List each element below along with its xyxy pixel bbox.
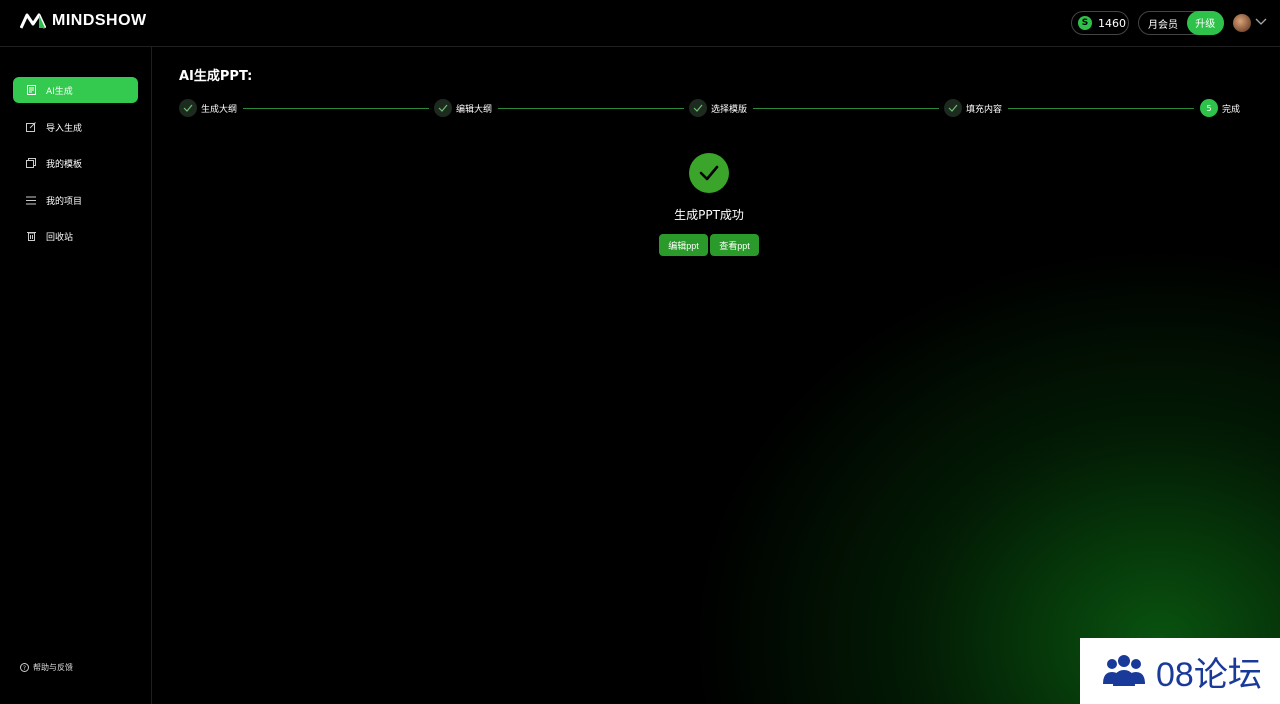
- sidebar-item-label: 回收站: [46, 232, 74, 243]
- step-5: 5 完成: [1200, 99, 1240, 117]
- template-icon: [26, 158, 36, 168]
- help-icon: ?: [20, 663, 29, 672]
- credits-value: 1460: [1098, 16, 1126, 30]
- watermark: 08论坛: [1080, 638, 1280, 704]
- logo-text: MINDSHOW: [52, 12, 147, 29]
- help-label: 帮助与反馈: [33, 663, 73, 672]
- sidebar-item-templates[interactable]: 我的模板: [13, 150, 138, 176]
- check-icon: [179, 99, 197, 117]
- check-icon: [944, 99, 962, 117]
- step-label: 生成大纲: [201, 104, 238, 115]
- page-title: AI生成PPT:: [179, 69, 253, 84]
- sidebar-item-label: 我的项目: [46, 196, 83, 207]
- logo[interactable]: MINDSHOW: [20, 12, 147, 30]
- sidebar-item-trash[interactable]: 回收站: [13, 223, 138, 249]
- step-connector: [498, 108, 684, 109]
- member-label: 月会员: [1148, 19, 1178, 31]
- chevron-down-icon[interactable]: [1255, 17, 1267, 27]
- membership-badge[interactable]: 月会员 升级: [1138, 10, 1224, 35]
- coin-icon: S: [1078, 16, 1092, 30]
- step-3: 选择模版: [689, 99, 747, 117]
- watermark-text: 08论坛: [1156, 655, 1262, 694]
- success-check-icon: [689, 153, 729, 193]
- list-icon: [26, 195, 36, 205]
- users-icon: [1103, 655, 1145, 686]
- step-connector: [1008, 108, 1194, 109]
- step-number: 5: [1200, 99, 1218, 117]
- edit-ppt-button[interactable]: 编辑ppt: [659, 234, 708, 256]
- view-ppt-button[interactable]: 查看ppt: [710, 234, 759, 256]
- step-4: 填充内容: [944, 99, 1002, 117]
- sidebar-item-label: 导入生成: [46, 123, 83, 134]
- step-connector: [753, 108, 939, 109]
- document-icon: [26, 85, 36, 95]
- import-icon: [26, 122, 36, 132]
- sidebar-item-label: 我的模板: [46, 159, 83, 170]
- step-label: 完成: [1222, 104, 1241, 115]
- top-header: MINDSHOW S 1460 月会员 升级: [0, 0, 1280, 47]
- success-message: 生成PPT成功: [674, 208, 744, 222]
- sidebar-item-import[interactable]: 导入生成: [13, 114, 138, 140]
- sidebar-item-ai-generate[interactable]: AI生成: [13, 77, 138, 103]
- step-1: 生成大纲: [179, 99, 237, 117]
- sidebar-item-projects[interactable]: 我的项目: [13, 187, 138, 213]
- avatar[interactable]: [1233, 14, 1251, 32]
- step-connector: [243, 108, 429, 109]
- svg-text:?: ?: [23, 665, 26, 672]
- check-icon: [689, 99, 707, 117]
- step-2: 编辑大纲: [434, 99, 492, 117]
- upgrade-button[interactable]: 升级: [1186, 10, 1224, 35]
- help-feedback-link[interactable]: ? 帮助与反馈: [20, 662, 73, 673]
- credits-badge[interactable]: S 1460: [1071, 11, 1129, 35]
- logo-mark-icon: [20, 13, 46, 29]
- check-icon: [434, 99, 452, 117]
- trash-icon: [26, 231, 36, 241]
- step-label: 编辑大纲: [456, 104, 493, 115]
- step-label: 填充内容: [966, 104, 1003, 115]
- step-label: 选择模版: [711, 104, 748, 115]
- sidebar: AI生成 导入生成 我的模板 我的项目 回收站 ? 帮助与反馈: [0, 47, 152, 704]
- progress-steps: 生成大纲 编辑大纲 选择模版 填充内容 5 完成: [179, 99, 1244, 119]
- sidebar-item-label: AI生成: [46, 86, 73, 97]
